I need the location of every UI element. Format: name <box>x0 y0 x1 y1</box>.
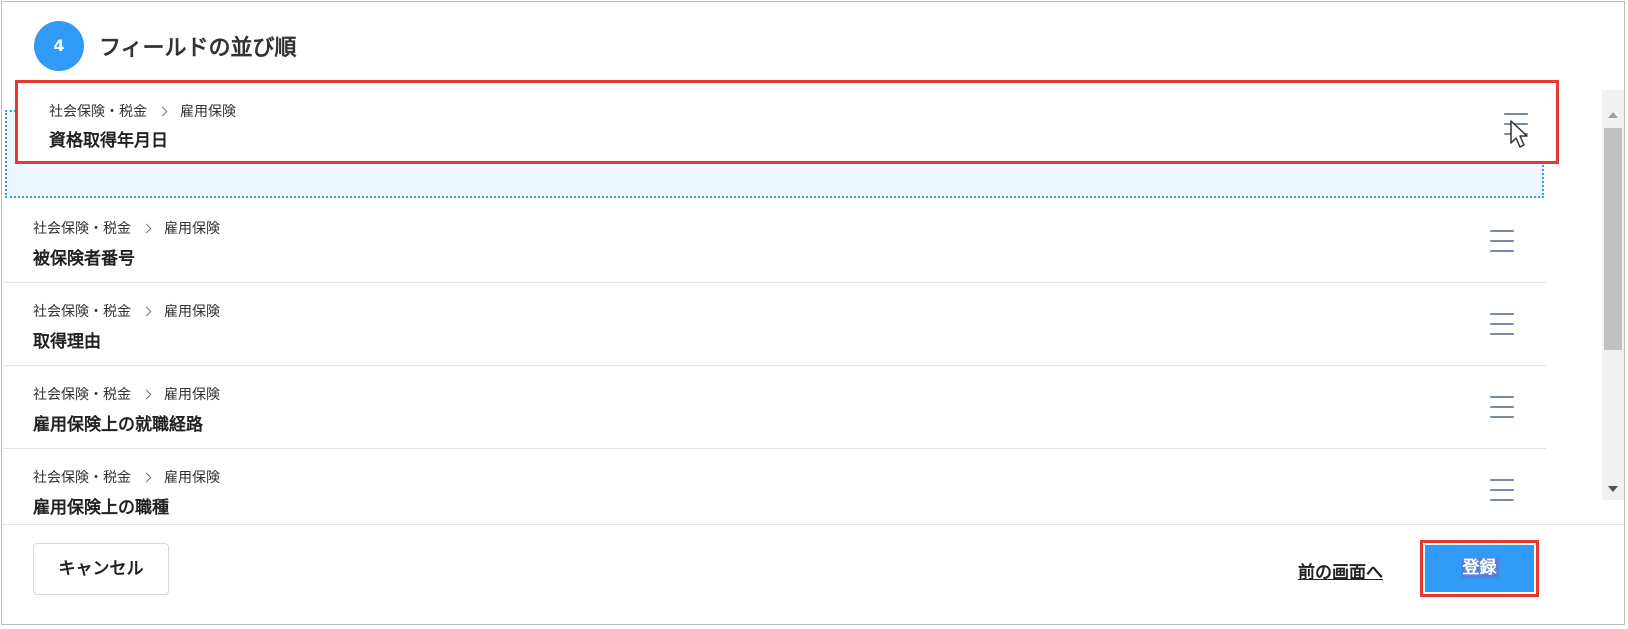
field-name: 取得理由 <box>33 332 101 352</box>
field-order-panel: 4 フィールドの並び順 社会保険・税金 雇用保険 被保険者番号 社会保険・税金 … <box>1 1 1625 625</box>
chevron-right-icon <box>141 389 152 399</box>
register-button-label: 登録 <box>1460 558 1499 578</box>
mouse-pointer-icon <box>1510 120 1528 148</box>
breadcrumb-subcategory: 雇用保険 <box>164 221 220 237</box>
breadcrumb-subcategory: 雇用保険 <box>164 470 220 486</box>
submit-highlight: 登録 <box>1420 540 1539 597</box>
footer: キャンセル 前の画面へ 登録 <box>2 524 1624 626</box>
scroll-up-icon[interactable] <box>1608 112 1618 118</box>
field-name: 被保険者番号 <box>33 249 135 269</box>
list-item[interactable]: 社会保険・税金 雇用保険 雇用保険上の職種 <box>3 449 1546 525</box>
list-item[interactable]: 社会保険・税金 雇用保険 被保険者番号 <box>3 200 1546 283</box>
field-name: 資格取得年月日 <box>49 131 168 151</box>
drag-handle-icon[interactable] <box>1490 230 1514 252</box>
breadcrumb: 社会保険・税金 雇用保険 <box>49 101 236 121</box>
breadcrumb: 社会保険・税金 雇用保険 <box>33 218 220 238</box>
chevron-right-icon <box>141 472 152 482</box>
section-header: 4 フィールドの並び順 <box>2 2 1624 80</box>
field-name: 雇用保険上の就職経路 <box>33 415 203 435</box>
scroll-down-icon[interactable] <box>1608 486 1618 492</box>
breadcrumb-category: 社会保険・税金 <box>33 304 131 320</box>
list-item[interactable]: 社会保険・税金 雇用保険 取得理由 <box>3 283 1546 366</box>
drag-handle-icon[interactable] <box>1490 396 1514 418</box>
breadcrumb-subcategory: 雇用保険 <box>180 104 236 120</box>
chevron-right-icon <box>157 106 168 116</box>
step-badge: 4 <box>34 21 84 71</box>
scrollbar[interactable] <box>1602 90 1624 500</box>
breadcrumb: 社会保険・税金 雇用保険 <box>33 384 220 404</box>
breadcrumb-category: 社会保険・税金 <box>49 104 147 120</box>
breadcrumb-category: 社会保険・税金 <box>33 221 131 237</box>
breadcrumb-category: 社会保険・税金 <box>33 470 131 486</box>
breadcrumb-category: 社会保険・税金 <box>33 387 131 403</box>
breadcrumb-subcategory: 雇用保険 <box>164 387 220 403</box>
drag-handle-icon[interactable] <box>1490 313 1514 335</box>
register-button[interactable]: 登録 <box>1425 545 1534 592</box>
cancel-button[interactable]: キャンセル <box>33 543 169 595</box>
breadcrumb: 社会保険・税金 雇用保険 <box>33 467 220 487</box>
scroll-thumb[interactable] <box>1604 128 1622 350</box>
dragging-list-item[interactable]: 社会保険・税金 雇用保険 資格取得年月日 <box>15 80 1559 164</box>
previous-screen-link[interactable]: 前の画面へ <box>1298 558 1383 583</box>
chevron-right-icon <box>141 306 152 316</box>
section-title: フィールドの並び順 <box>99 36 297 61</box>
drag-handle-icon[interactable] <box>1490 479 1514 501</box>
chevron-right-icon <box>141 223 152 233</box>
list-item[interactable]: 社会保険・税金 雇用保険 雇用保険上の就職経路 <box>3 366 1546 449</box>
field-name: 雇用保険上の職種 <box>33 498 169 518</box>
breadcrumb: 社会保険・税金 雇用保険 <box>33 301 220 321</box>
breadcrumb-subcategory: 雇用保険 <box>164 304 220 320</box>
